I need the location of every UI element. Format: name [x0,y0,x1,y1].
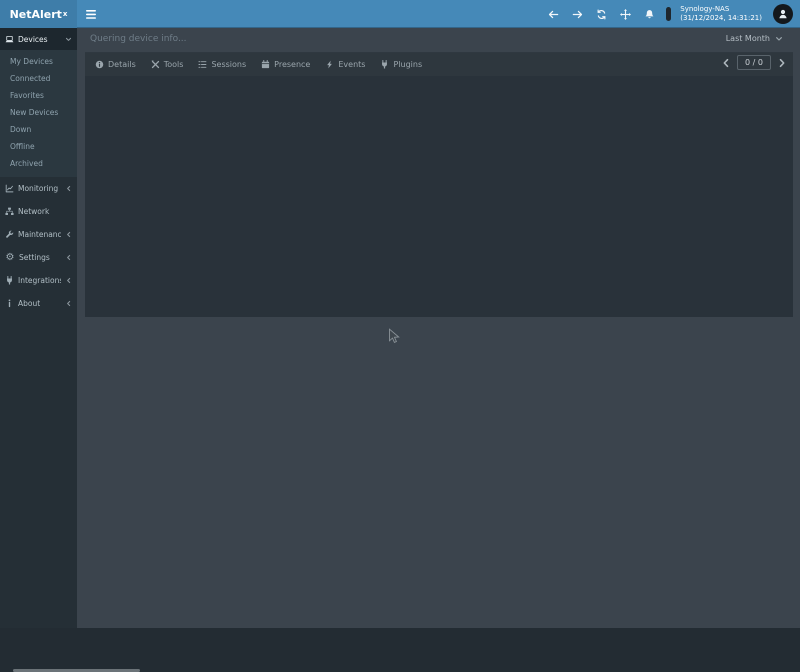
sidebar-item-label: Maintenance [18,230,61,239]
sidebar-item-archived[interactable]: Archived [0,155,77,172]
sidebar: Devices My Devices Connected Favorites N… [0,28,77,628]
chevron-down-icon [775,35,783,43]
tools-icon [151,60,160,69]
tab-label: Details [108,60,136,69]
calendar-icon [261,60,270,69]
gear-icon: ⚙ [5,253,15,262]
tab-details[interactable]: Details [95,60,136,69]
move-arrows-icon[interactable] [620,9,631,20]
netalertx-app: NetAlertx Synology-NAS (31/12/2024, 14:3… [0,0,800,672]
chart-icon [5,184,14,193]
plug-icon [380,60,389,69]
sidebar-item-label: Settings [19,253,61,262]
refresh-icon[interactable] [596,9,607,20]
chevron-left-icon [65,231,72,238]
connected-device-info: Synology-NAS (31/12/2024, 14:31:21) [680,5,762,23]
tab-sessions[interactable]: Sessions [198,60,246,69]
sidebar-item-offline[interactable]: Offline [0,138,77,155]
device-name: Synology-NAS [680,5,762,14]
tab-tools[interactable]: Tools [151,60,184,69]
sidebar-item-integrations[interactable]: Integrations [0,269,77,292]
plug-icon [5,276,14,285]
sidebar-item-connected[interactable]: Connected [0,70,77,87]
hamburger-menu-icon[interactable] [80,0,102,28]
tab-label: Presence [274,60,310,69]
tab-bar: Details Tools Sessions Presence Events [85,53,793,76]
sidebar-item-my-devices[interactable]: My Devices [0,53,77,70]
period-selector[interactable]: Last Month [726,34,783,43]
sidebar-item-label: About [18,299,61,308]
top-navbar: NetAlertx Synology-NAS (31/12/2024, 14:3… [0,0,800,28]
tab-label: Sessions [211,60,246,69]
loading-status-text: Quering device info... [90,34,187,44]
sidebar-item-settings[interactable]: ⚙ Settings [0,246,77,269]
info-icon [5,299,14,308]
chevron-left-icon [65,254,72,261]
wrench-icon [5,230,14,239]
sidebar-item-network[interactable]: Network [0,200,77,223]
page-next-icon[interactable] [777,58,787,68]
forward-arrow-icon[interactable] [572,9,583,20]
sidebar-item-favorites[interactable]: Favorites [0,87,77,104]
page-prev-icon[interactable] [721,58,731,68]
user-icon [777,8,789,20]
main-content: Quering device info... Last Month Detail… [77,28,800,628]
user-avatar[interactable] [773,4,793,24]
sidebar-item-monitoring[interactable]: Monitoring [0,177,77,200]
sidebar-item-label: Devices [18,35,61,44]
sidebar-item-label: Monitoring [18,184,61,193]
pagination: 0 / 0 [721,55,787,70]
sidebar-item-devices[interactable]: Devices [0,28,77,50]
sidebar-item-new-devices[interactable]: New Devices [0,104,77,121]
list-icon [198,60,207,69]
tab-label: Plugins [393,60,422,69]
back-arrow-icon[interactable] [548,9,559,20]
tab-label: Tools [164,60,184,69]
chevron-left-icon [65,300,72,307]
bell-icon[interactable] [644,9,655,20]
chevron-left-icon [65,277,72,284]
sidebar-item-label: Network [18,207,72,216]
tab-presence[interactable]: Presence [261,60,310,69]
app-logo[interactable]: NetAlertx [0,0,77,28]
sidebar-item-maintenance[interactable]: Maintenance [0,223,77,246]
tab-plugins[interactable]: Plugins [380,60,422,69]
sidebar-item-about[interactable]: About [0,292,77,315]
device-panel: Details Tools Sessions Presence Events [85,52,793,317]
chevron-down-icon [65,36,72,43]
content-header: Quering device info... Last Month [77,28,800,52]
tab-events[interactable]: Events [325,60,365,69]
laptop-icon [5,35,14,44]
sitemap-icon [5,207,14,216]
page-indicator: 0 / 0 [737,55,771,70]
tab-content-empty [85,76,793,318]
sidebar-item-label: Integrations [18,276,61,285]
status-pill [666,7,671,21]
device-timestamp: (31/12/2024, 14:31:21) [680,14,762,23]
sidebar-item-down[interactable]: Down [0,121,77,138]
navbar-actions: Synology-NAS (31/12/2024, 14:31:21) [548,0,800,28]
info-circle-icon [95,60,104,69]
devices-submenu: My Devices Connected Favorites New Devic… [0,50,77,177]
tab-label: Events [338,60,365,69]
period-selector-value: Last Month [726,34,770,43]
page-footer [0,628,800,672]
bolt-icon [325,60,334,69]
chevron-left-icon [65,185,72,192]
